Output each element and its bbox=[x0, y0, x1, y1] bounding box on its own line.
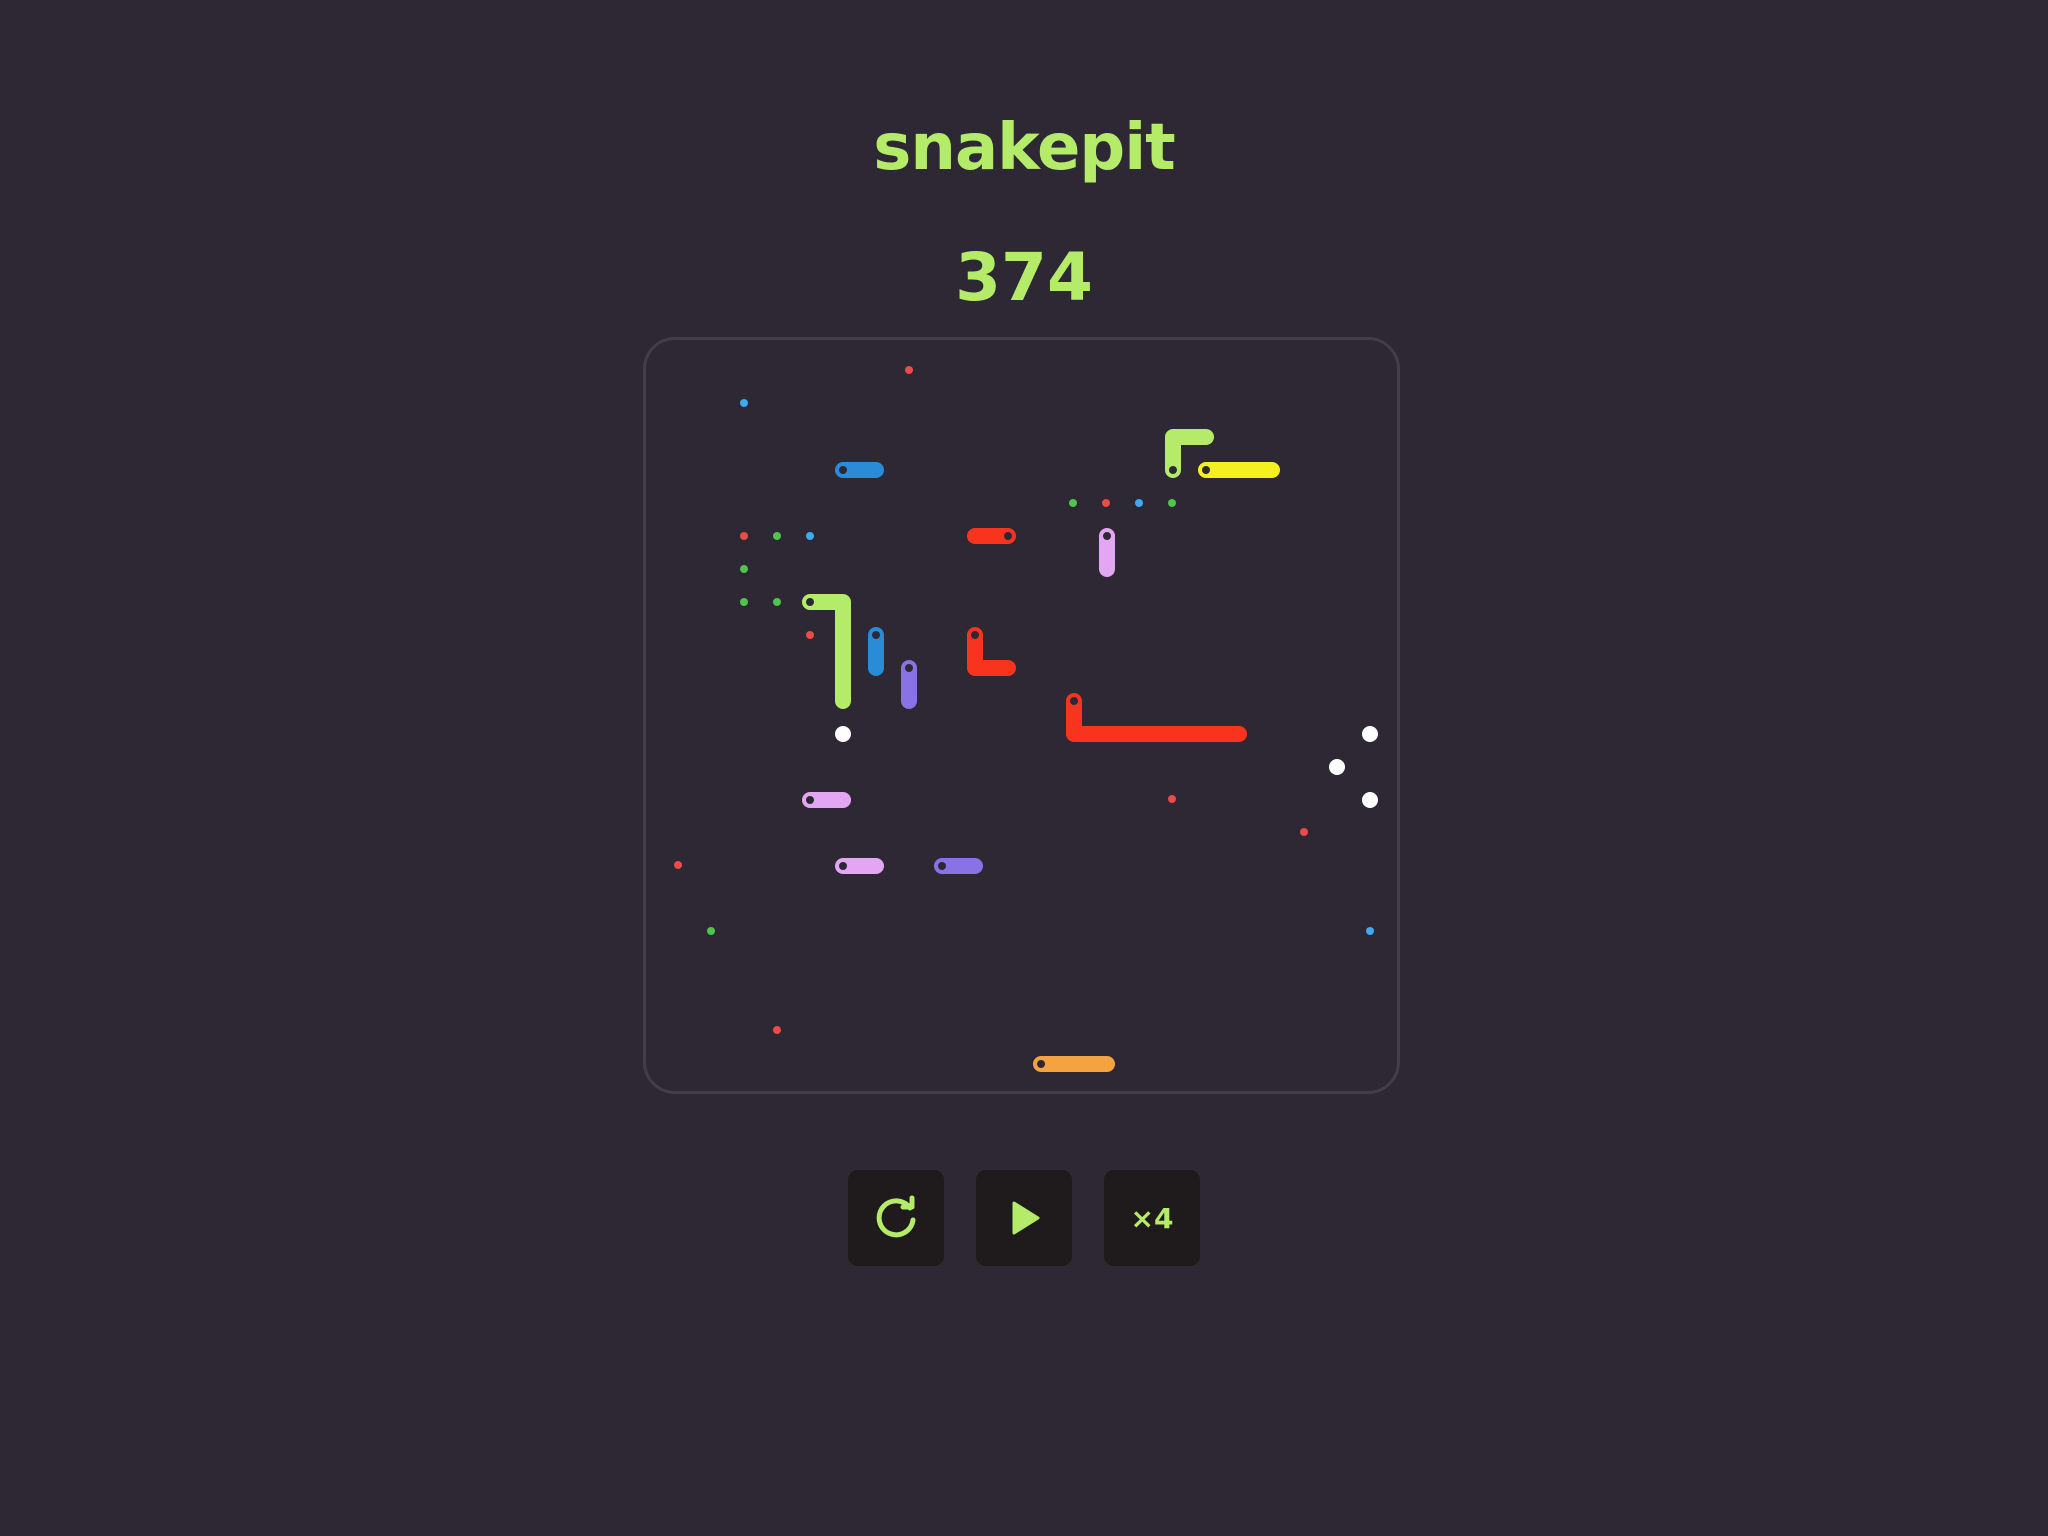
food-white bbox=[1329, 759, 1345, 775]
snake-eye bbox=[839, 466, 847, 474]
controls-bar: ×4 bbox=[848, 1170, 1200, 1266]
food-red bbox=[674, 861, 682, 869]
game-title: snakepit bbox=[873, 111, 1175, 185]
snake-eye bbox=[1004, 532, 1012, 540]
food-blue bbox=[740, 399, 748, 407]
food-blue bbox=[1366, 927, 1374, 935]
snake-eye bbox=[1103, 532, 1111, 540]
game-board bbox=[643, 337, 1400, 1094]
speed-label: ×4 bbox=[1130, 1201, 1174, 1235]
food-red bbox=[1168, 795, 1176, 803]
food-red bbox=[806, 631, 814, 639]
snake-eye bbox=[806, 598, 814, 606]
score-display: 374 bbox=[955, 239, 1093, 316]
food-green bbox=[740, 565, 748, 573]
food-red bbox=[905, 366, 913, 374]
food-green bbox=[773, 598, 781, 606]
food-white bbox=[835, 726, 851, 742]
snake-eye bbox=[839, 862, 847, 870]
food-red bbox=[773, 1026, 781, 1034]
food-green bbox=[707, 927, 715, 935]
restart-button[interactable] bbox=[848, 1170, 944, 1266]
snake-eye bbox=[1037, 1060, 1045, 1068]
food-blue bbox=[806, 532, 814, 540]
speed-button[interactable]: ×4 bbox=[1104, 1170, 1200, 1266]
food-white bbox=[1362, 726, 1378, 742]
food-green bbox=[773, 532, 781, 540]
food-red bbox=[740, 532, 748, 540]
food-red bbox=[1102, 499, 1110, 507]
restart-icon bbox=[876, 1195, 916, 1238]
snake-eye bbox=[938, 862, 946, 870]
food-green bbox=[1069, 499, 1077, 507]
snake-eye bbox=[1169, 466, 1177, 474]
snake-eye bbox=[872, 631, 880, 639]
food-green bbox=[1168, 499, 1176, 507]
board-canvas bbox=[674, 366, 1378, 1072]
play-icon bbox=[1012, 1201, 1040, 1235]
food-blue bbox=[1135, 499, 1143, 507]
snake-green bbox=[802, 594, 851, 709]
snakes bbox=[802, 429, 1280, 1072]
snake-red bbox=[967, 627, 1016, 676]
snake-red bbox=[1066, 693, 1247, 742]
snake-eye bbox=[1070, 697, 1078, 705]
food-white bbox=[1362, 792, 1378, 808]
snake-eye bbox=[806, 796, 814, 804]
snake-eye bbox=[905, 664, 913, 672]
snake-eye bbox=[971, 631, 979, 639]
food-red bbox=[1300, 828, 1308, 836]
snake-eye bbox=[1202, 466, 1210, 474]
play-button[interactable] bbox=[976, 1170, 1072, 1266]
food-green bbox=[740, 598, 748, 606]
